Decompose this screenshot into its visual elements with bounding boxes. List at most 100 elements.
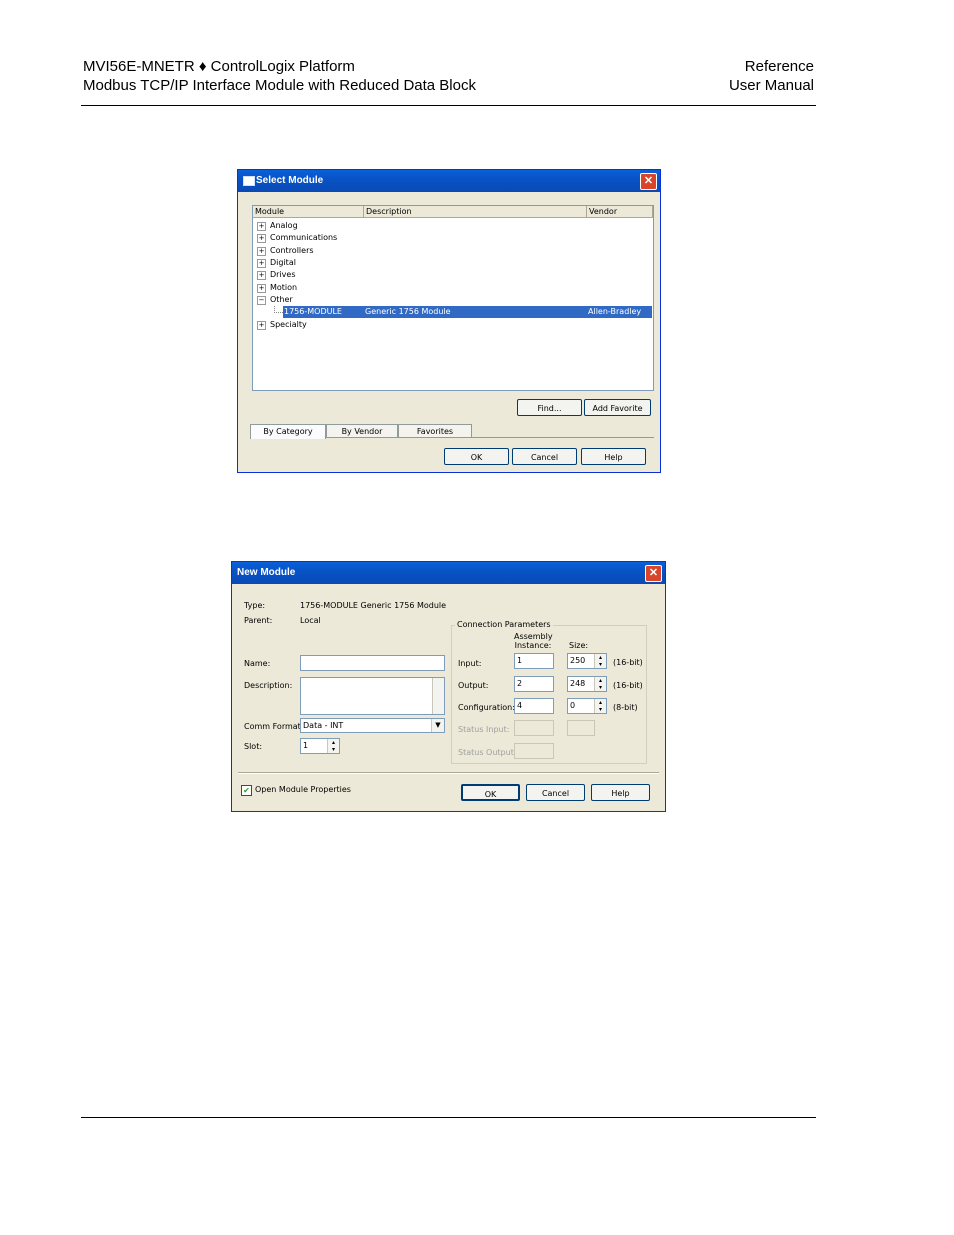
parent-label: Parent: (244, 616, 273, 625)
new-module-dialog: New Module ✕ Type: 1756-MODULE Generic 1… (231, 561, 666, 812)
close-icon[interactable]: ✕ (640, 173, 657, 190)
spinner-icon[interactable]: ▴ ▾ (327, 739, 339, 753)
select-module-title: Select Module (256, 175, 324, 186)
open-module-properties-checkbox[interactable]: ✔ (241, 785, 252, 796)
chevron-down-icon[interactable]: ▼ (431, 719, 444, 732)
add-favorite-button[interactable]: Add Favorite (584, 399, 651, 416)
collapse-icon[interactable]: − (257, 296, 266, 305)
type-label: Type: (244, 601, 266, 610)
tree-item-controllers[interactable]: + Controllers (253, 245, 653, 257)
slot-stepper[interactable]: 1 ▴ ▾ (300, 738, 340, 754)
spinner-icon[interactable]: ▴ ▾ (594, 654, 606, 668)
expand-icon[interactable]: + (257, 321, 266, 330)
expand-icon[interactable]: + (257, 271, 266, 280)
tree-item-label: Motion (270, 283, 298, 292)
input-size-value: 250 (570, 656, 586, 665)
tree-item-label: Drives (270, 270, 296, 279)
expand-icon[interactable]: + (257, 222, 266, 231)
description-scrollbar[interactable] (432, 678, 444, 714)
tab-by-vendor[interactable]: By Vendor (326, 424, 398, 438)
tree-item-other[interactable]: − Other (253, 294, 653, 306)
new-module-titlebar: New Module ✕ (232, 562, 665, 584)
header-rule (81, 105, 816, 106)
open-module-properties-label: Open Module Properties (255, 785, 351, 794)
tree-item-1756-module[interactable]: 1756-MODULE Generic 1756 Module Allen-Br… (253, 306, 653, 318)
header-product: MVI56E-MNETR ♦ ControlLogix Platform (83, 58, 355, 75)
status-input-size-field (567, 720, 595, 736)
type-value: 1756-MODULE Generic 1756 Module (300, 601, 447, 610)
spinner-icon[interactable]: ▴ ▾ (594, 677, 606, 691)
configuration-label: Configuration: (458, 703, 515, 712)
module-vendor: Allen-Bradley (588, 307, 642, 316)
tree-item-motion[interactable]: + Motion (253, 282, 653, 294)
output-size-stepper[interactable]: 248 ▴ ▾ (567, 676, 607, 692)
assembly-instance-header: Assembly Instance: (514, 632, 553, 650)
parent-value: Local (300, 616, 321, 625)
ok-button[interactable]: OK (444, 448, 509, 465)
output-label: Output: (458, 681, 489, 690)
module-tree[interactable]: Module Description Vendor + Analog + Com… (252, 205, 654, 391)
expand-icon[interactable]: + (257, 247, 266, 256)
input-instance-field[interactable]: 1 (514, 653, 554, 669)
tree-item-label: Specialty (270, 320, 307, 329)
dialog-divider (238, 772, 659, 774)
tree-item-specialty[interactable]: + Specialty (253, 319, 653, 331)
tree-item-label: Analog (270, 221, 298, 230)
tab-by-category[interactable]: By Category (250, 424, 326, 439)
selected-row[interactable]: 1756-MODULE Generic 1756 Module Allen-Br… (283, 306, 652, 318)
status-input-instance-field (514, 720, 554, 736)
header-doc-type: User Manual (728, 77, 814, 94)
status-output-label: Status Output: (458, 748, 517, 757)
comm-format-select[interactable]: Data - INT ▼ (300, 718, 445, 733)
new-module-title: New Module (237, 567, 296, 578)
expand-icon[interactable]: + (257, 259, 266, 268)
header-subtitle: Modbus TCP/IP Interface Module with Redu… (83, 77, 476, 94)
connection-parameters-title: Connection Parameters (455, 620, 553, 629)
output-size-unit: (16-bit) (613, 681, 643, 690)
tree-connector (274, 306, 283, 313)
cancel-button[interactable]: Cancel (526, 784, 585, 801)
description-label: Description: (244, 681, 293, 690)
tab-favorites[interactable]: Favorites (398, 424, 472, 438)
name-input[interactable] (300, 655, 445, 671)
select-module-dialog: Select Module ✕ Module Description Vendo… (237, 169, 661, 473)
expand-icon[interactable]: + (257, 284, 266, 293)
name-label: Name: (244, 659, 271, 668)
column-header-vendor[interactable]: Vendor (587, 206, 653, 218)
status-input-label: Status Input: (458, 725, 510, 734)
output-instance-field[interactable]: 2 (514, 676, 554, 692)
input-size-stepper[interactable]: 250 ▴ ▾ (567, 653, 607, 669)
tree-item-label: Other (270, 295, 293, 304)
expand-icon[interactable]: + (257, 234, 266, 243)
header-left: MVI56E-MNETR ♦ ControlLogix Platform Mod… (83, 57, 476, 95)
description-input[interactable] (300, 677, 445, 715)
configuration-instance-field[interactable]: 4 (514, 698, 554, 714)
help-button[interactable]: Help (581, 448, 646, 465)
comm-format-value: Data - INT (303, 721, 344, 730)
tree-item-drives[interactable]: + Drives (253, 269, 653, 281)
close-icon[interactable]: ✕ (645, 565, 662, 582)
tree-item-communications[interactable]: + Communications (253, 232, 653, 244)
footer-rule (81, 1117, 816, 1118)
window-icon (243, 176, 255, 186)
tree-item-label: Controllers (270, 246, 314, 255)
column-header-module[interactable]: Module (253, 206, 364, 218)
column-header-description[interactable]: Description (364, 206, 587, 218)
tree-item-digital[interactable]: + Digital (253, 257, 653, 269)
cancel-button[interactable]: Cancel (512, 448, 577, 465)
header-right: Reference User Manual (729, 57, 814, 95)
ok-button[interactable]: OK (461, 784, 520, 801)
spinner-icon[interactable]: ▴ ▾ (594, 699, 606, 713)
configuration-size-stepper[interactable]: 0 ▴ ▾ (567, 698, 607, 714)
select-module-titlebar: Select Module ✕ (238, 170, 660, 192)
header-section: Reference (744, 58, 814, 75)
configuration-size-value: 0 (570, 701, 576, 710)
find-button[interactable]: Find... (517, 399, 582, 416)
status-output-instance-field (514, 743, 554, 759)
tree-item-analog[interactable]: + Analog (253, 220, 653, 232)
input-size-unit: (16-bit) (613, 658, 643, 667)
configuration-size-unit: (8-bit) (613, 703, 638, 712)
help-button[interactable]: Help (591, 784, 650, 801)
tree-item-label: Communications (270, 233, 338, 242)
slot-value: 1 (303, 741, 309, 750)
